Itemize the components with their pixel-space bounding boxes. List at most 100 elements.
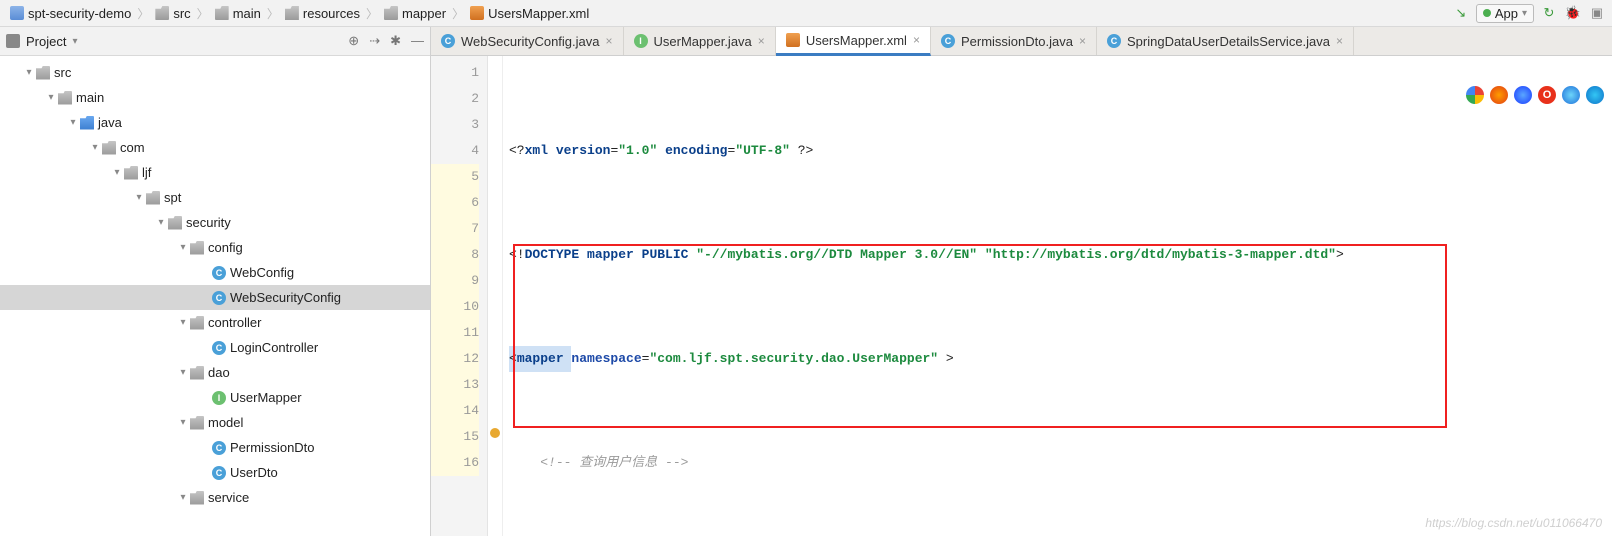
project-tools: ⊕ ⇢ ✱ — xyxy=(348,33,424,49)
project-panel: Project ▾ ⊕ ⇢ ✱ — ▾src▾main▾java▾com▾ljf… xyxy=(0,27,431,536)
close-icon[interactable]: × xyxy=(1336,34,1343,48)
tree-item-src[interactable]: ▾src xyxy=(0,60,430,85)
close-icon[interactable]: × xyxy=(1079,34,1086,48)
tree-item-java[interactable]: ▾ java xyxy=(0,110,430,135)
run-coverage-icon[interactable]: ▣ xyxy=(1588,4,1606,22)
tree-twisty[interactable]: ▾ xyxy=(176,492,190,503)
breadcrumb-item[interactable]: main xyxy=(211,6,265,21)
class-icon: C xyxy=(212,441,226,455)
tree-item-ljf[interactable]: ▾ljf xyxy=(0,160,430,185)
chevron-down-icon[interactable]: ▾ xyxy=(72,36,77,47)
debug-icon[interactable]: 🐞 xyxy=(1564,4,1582,22)
chevron-right-icon: 〉 xyxy=(452,5,464,22)
tree-twisty[interactable]: ▾ xyxy=(176,242,190,253)
collapse-icon[interactable]: ⇢ xyxy=(369,33,380,49)
tree-item-config[interactable]: ▾ config xyxy=(0,235,430,260)
tree-item-com[interactable]: ▾com xyxy=(0,135,430,160)
line-number: 7 xyxy=(431,216,479,242)
folder-icon xyxy=(155,6,169,20)
close-icon[interactable]: × xyxy=(913,33,920,47)
tab-permissiondto-java[interactable]: C PermissionDto.java × xyxy=(931,27,1097,55)
tree-twisty[interactable]: ▾ xyxy=(154,217,168,228)
tree-item-logincontroller[interactable]: CLoginController xyxy=(0,335,430,360)
breadcrumb-item[interactable]: spt-security-demo xyxy=(6,6,135,21)
tree-twisty[interactable]: ▾ xyxy=(110,167,124,178)
tab-usermapper-java[interactable]: I UserMapper.java × xyxy=(624,27,776,55)
breadcrumb-item[interactable]: mapper xyxy=(380,6,450,21)
tree-item-webconfig[interactable]: CWebConfig xyxy=(0,260,430,285)
ie-icon[interactable] xyxy=(1562,86,1580,104)
tree-item-websecurityconfig[interactable]: CWebSecurityConfig xyxy=(0,285,430,310)
breadcrumb-label: mapper xyxy=(402,6,446,21)
breadcrumb-label: src xyxy=(173,6,190,21)
tree-item-security[interactable]: ▾security xyxy=(0,210,430,235)
editor-tabs: CWebSecurityConfig.java× I UserMapper.java… xyxy=(431,27,1612,56)
tree-twisty[interactable]: ▾ xyxy=(176,317,190,328)
tree-label: spt xyxy=(164,190,181,205)
breadcrumb-label: main xyxy=(233,6,261,21)
xml-icon xyxy=(470,6,484,20)
locate-icon[interactable]: ⊕ xyxy=(348,33,359,49)
tab-label: PermissionDto.java xyxy=(961,34,1073,49)
tree-label: service xyxy=(208,490,249,505)
breadcrumb-item[interactable]: src xyxy=(151,6,194,21)
tab-websecurityconfig-java[interactable]: CWebSecurityConfig.java× xyxy=(431,27,624,55)
gear-icon[interactable]: ✱ xyxy=(390,33,401,49)
breadcrumb-item[interactable]: resources xyxy=(281,6,364,21)
tab-label: UserMapper.java xyxy=(654,34,752,49)
tab-springdatauserdetailsservice-java[interactable]: CSpringDataUserDetailsService.java× xyxy=(1097,27,1354,55)
line-number: 10 xyxy=(431,294,479,320)
run-icon[interactable]: ↻ xyxy=(1540,4,1558,22)
opera-icon[interactable]: O xyxy=(1538,86,1556,104)
close-icon[interactable]: × xyxy=(606,34,613,48)
project-title[interactable]: Project xyxy=(26,34,66,49)
folder-icon xyxy=(215,6,229,20)
class-icon: C xyxy=(1107,34,1121,48)
breakpoint-icon[interactable] xyxy=(490,428,500,438)
run-config-selector[interactable]: App ▾ xyxy=(1476,4,1534,23)
tree-twisty[interactable]: ▾ xyxy=(176,367,190,378)
tree-label: java xyxy=(98,115,122,130)
tree-item-usermapper[interactable]: IUserMapper xyxy=(0,385,430,410)
annotation-redbox xyxy=(513,244,1447,428)
folder-icon xyxy=(190,366,204,380)
tree-label: UserDto xyxy=(230,465,278,480)
tree-item-service[interactable]: ▾ service xyxy=(0,485,430,510)
folder-icon xyxy=(146,191,160,205)
tab-usersmapper-xml[interactable]: UsersMapper.xml× xyxy=(776,27,931,56)
tree-item-userdto[interactable]: CUserDto xyxy=(0,460,430,485)
close-icon[interactable]: × xyxy=(758,34,765,48)
module-icon xyxy=(10,6,24,20)
safari-icon[interactable] xyxy=(1514,86,1532,104)
tree-item-spt[interactable]: ▾ spt xyxy=(0,185,430,210)
chrome-icon[interactable] xyxy=(1466,86,1484,104)
tree-twisty[interactable]: ▾ xyxy=(132,192,146,203)
tree-item-controller[interactable]: ▾controller xyxy=(0,310,430,335)
interface-icon: I xyxy=(634,34,648,48)
tree-twisty[interactable]: ▾ xyxy=(176,417,190,428)
project-header: Project ▾ ⊕ ⇢ ✱ — xyxy=(0,27,430,56)
tree-item-main[interactable]: ▾main xyxy=(0,85,430,110)
code-area[interactable]: <?xml version="1.0" encoding="UTF-8" ?> … xyxy=(503,56,1612,536)
tree-label: config xyxy=(208,240,243,255)
chevron-right-icon: 〉 xyxy=(137,5,149,22)
hide-icon[interactable]: — xyxy=(411,33,424,49)
tree-twisty[interactable]: ▾ xyxy=(22,67,36,78)
line-number: 4 xyxy=(431,138,479,164)
firefox-icon[interactable] xyxy=(1490,86,1508,104)
edge-icon[interactable] xyxy=(1586,86,1604,104)
folder-icon xyxy=(190,241,204,255)
project-tree[interactable]: ▾src▾main▾java▾com▾ljf▾spt▾security▾conf… xyxy=(0,56,430,536)
build-icon[interactable]: ↘ xyxy=(1452,4,1470,22)
class-icon: C xyxy=(941,34,955,48)
tree-item-dao[interactable]: ▾dao xyxy=(0,360,430,385)
toolbar-right: ↘ App ▾ ↻ 🐞 ▣ xyxy=(1452,4,1606,23)
tree-twisty[interactable]: ▾ xyxy=(88,142,102,153)
tree-item-model[interactable]: ▾model xyxy=(0,410,430,435)
tree-item-permissiondto[interactable]: CPermissionDto xyxy=(0,435,430,460)
tree-twisty[interactable]: ▾ xyxy=(66,117,80,128)
chevron-down-icon: ▾ xyxy=(1522,8,1527,19)
tree-twisty[interactable]: ▾ xyxy=(44,92,58,103)
line-number: 6 xyxy=(431,190,479,216)
breadcrumb-item[interactable]: UsersMapper.xml xyxy=(466,6,593,21)
